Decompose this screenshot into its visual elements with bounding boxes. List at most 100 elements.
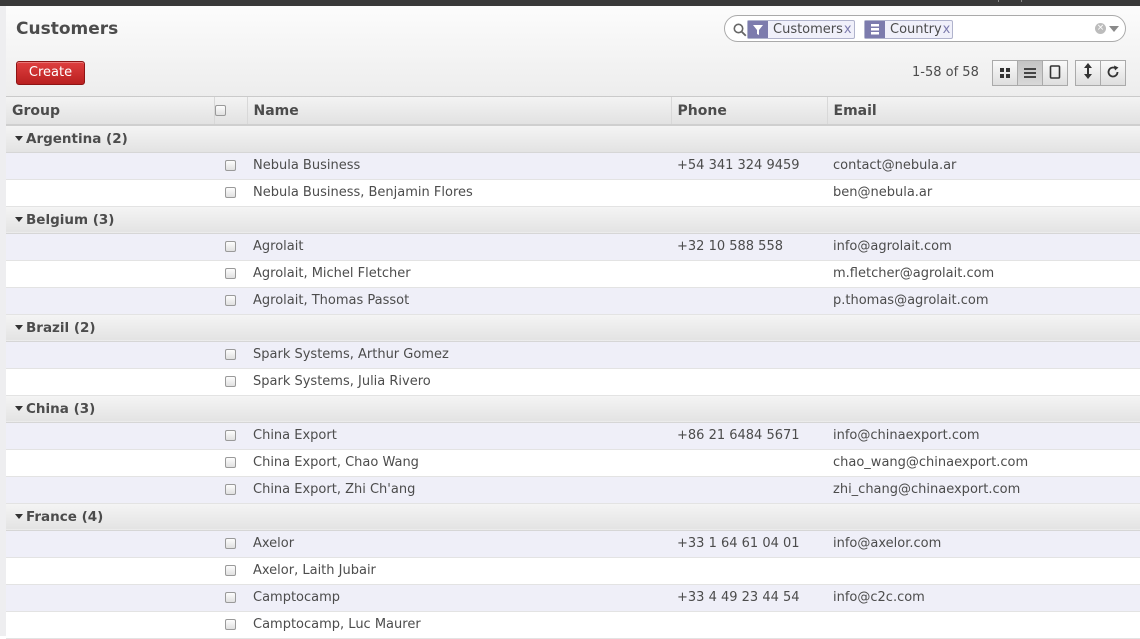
row-checkbox[interactable] xyxy=(225,295,236,306)
row-select-cell[interactable] xyxy=(214,422,247,450)
name-column-header[interactable]: Name xyxy=(247,97,672,126)
row-select-cell[interactable] xyxy=(214,368,247,396)
row-select-cell[interactable] xyxy=(214,611,247,639)
group-row[interactable]: Argentina (2) xyxy=(6,125,1140,153)
group-column-header[interactable]: Group xyxy=(6,97,215,126)
name-cell[interactable]: China Export, Zhi Ch'ang xyxy=(247,476,671,504)
table-row[interactable]: Camptocamp +33 4 49 23 44 54 info@c2c.com xyxy=(6,584,1140,612)
group-cell[interactable]: China (3) xyxy=(6,395,1140,423)
email-column-header[interactable]: Email xyxy=(827,97,1140,126)
email-cell[interactable]: m.fletcher@agrolait.com xyxy=(827,260,1140,288)
email-cell[interactable] xyxy=(827,557,1140,585)
row-select-cell[interactable] xyxy=(214,287,247,315)
table-row[interactable]: Camptocamp, Luc Maurer xyxy=(6,611,1140,639)
row-select-cell[interactable] xyxy=(214,152,247,180)
expand-collapse-button[interactable] xyxy=(1075,60,1101,86)
table-row[interactable]: China Export +86 21 6484 5671 info@chinaex… xyxy=(6,422,1140,450)
email-cell[interactable]: zhi_chang@chinaexport.com xyxy=(827,476,1140,504)
row-select-cell[interactable] xyxy=(214,476,247,504)
phone-cell[interactable]: +33 1 64 61 04 01 xyxy=(671,530,827,558)
row-select-cell[interactable] xyxy=(214,449,247,477)
phone-cell[interactable] xyxy=(671,476,827,504)
table-row[interactable]: Axelor +33 1 64 61 04 01 info@axelor.com xyxy=(6,530,1140,558)
email-cell[interactable]: contact@nebula.ar xyxy=(827,152,1140,180)
name-cell[interactable]: Agrolait, Thomas Passot xyxy=(247,287,671,315)
group-cell[interactable]: Belgium (3) xyxy=(6,206,1140,234)
phone-cell[interactable] xyxy=(671,368,827,396)
name-cell[interactable]: China Export xyxy=(247,422,671,450)
row-select-cell[interactable] xyxy=(214,260,247,288)
email-cell[interactable]: chao_wang@chinaexport.com xyxy=(827,449,1140,477)
row-checkbox[interactable] xyxy=(225,376,236,387)
table-row[interactable]: Agrolait +32 10 588 558 info@agrolait.com xyxy=(6,233,1140,261)
table-row[interactable]: Agrolait, Michel Fletcher m.fletcher@agro… xyxy=(6,260,1140,288)
phone-cell[interactable]: +33 4 49 23 44 54 xyxy=(671,584,827,612)
phone-cell[interactable] xyxy=(671,260,827,288)
group-cell[interactable]: Argentina (2) xyxy=(6,125,1140,153)
table-row[interactable]: Nebula Business +54 341 324 9459 contact@n… xyxy=(6,152,1140,180)
row-checkbox[interactable] xyxy=(225,430,236,441)
phone-cell[interactable] xyxy=(671,611,827,639)
email-cell[interactable]: info@chinaexport.com xyxy=(827,422,1140,450)
group-cell[interactable]: France (4) xyxy=(6,503,1140,531)
list-view-button[interactable] xyxy=(1017,60,1043,86)
clear-search-icon[interactable]: × xyxy=(1095,23,1106,34)
name-cell[interactable]: Axelor, Laith Jubair xyxy=(247,557,671,585)
row-checkbox[interactable] xyxy=(225,484,236,495)
row-checkbox[interactable] xyxy=(225,457,236,468)
name-cell[interactable]: Nebula Business xyxy=(247,152,671,180)
name-cell[interactable]: Agrolait xyxy=(247,233,671,261)
table-row[interactable]: China Export, Zhi Ch'ang zhi_chang@chinae… xyxy=(6,476,1140,504)
kanban-view-button[interactable] xyxy=(992,60,1018,86)
row-select-cell[interactable] xyxy=(214,530,247,558)
pager-value[interactable]: 1-58 of 58 xyxy=(912,65,979,80)
name-cell[interactable]: Nebula Business, Benjamin Flores xyxy=(247,179,671,207)
name-cell[interactable]: Spark Systems, Arthur Gomez xyxy=(247,341,671,369)
email-cell[interactable] xyxy=(827,611,1140,639)
table-row[interactable]: Spark Systems, Arthur Gomez xyxy=(6,341,1140,369)
group-row[interactable]: France (4) xyxy=(6,503,1140,531)
select-all-header[interactable] xyxy=(214,97,248,126)
table-row[interactable]: Spark Systems, Julia Rivero xyxy=(6,368,1140,396)
facet-remove-icon[interactable]: x xyxy=(943,22,953,37)
name-cell[interactable]: Axelor xyxy=(247,530,671,558)
table-row[interactable]: Nebula Business, Benjamin Flores ben@nebu… xyxy=(6,179,1140,207)
phone-cell[interactable] xyxy=(671,287,827,315)
facet-remove-icon[interactable]: x xyxy=(844,22,854,37)
select-all-checkbox[interactable] xyxy=(214,105,226,116)
facet-customers[interactable]: Customersx xyxy=(747,20,855,39)
name-cell[interactable]: Spark Systems, Julia Rivero xyxy=(247,368,671,396)
table-row[interactable]: China Export, Chao Wang chao_wang@chinaex… xyxy=(6,449,1140,477)
phone-cell[interactable]: +86 21 6484 5671 xyxy=(671,422,827,450)
phone-column-header[interactable]: Phone xyxy=(671,97,828,126)
email-cell[interactable]: info@agrolait.com xyxy=(827,233,1140,261)
name-cell[interactable]: Camptocamp xyxy=(247,584,671,612)
email-cell[interactable]: ben@nebula.ar xyxy=(827,179,1140,207)
row-checkbox[interactable] xyxy=(225,619,236,630)
row-checkbox[interactable] xyxy=(225,538,236,549)
facet-country[interactable]: Countryx xyxy=(864,20,954,39)
row-checkbox[interactable] xyxy=(225,268,236,279)
email-cell[interactable]: info@c2c.com xyxy=(827,584,1140,612)
email-cell[interactable]: info@axelor.com xyxy=(827,530,1140,558)
row-checkbox[interactable] xyxy=(225,187,236,198)
group-row[interactable]: China (3) xyxy=(6,395,1140,423)
row-select-cell[interactable] xyxy=(214,557,247,585)
phone-cell[interactable] xyxy=(671,449,827,477)
name-cell[interactable]: Camptocamp, Luc Maurer xyxy=(247,611,671,639)
table-row[interactable]: Agrolait, Thomas Passot p.thomas@agrolait… xyxy=(6,287,1140,315)
row-checkbox[interactable] xyxy=(225,592,236,603)
group-row[interactable]: Belgium (3) xyxy=(6,206,1140,234)
row-checkbox[interactable] xyxy=(225,565,236,576)
search-dropdown-icon[interactable] xyxy=(1109,26,1119,32)
create-button[interactable]: Create xyxy=(16,61,85,85)
group-row[interactable]: Brazil (2) xyxy=(6,314,1140,342)
email-cell[interactable] xyxy=(827,368,1140,396)
row-select-cell[interactable] xyxy=(214,341,247,369)
row-checkbox[interactable] xyxy=(225,241,236,252)
phone-cell[interactable] xyxy=(671,179,827,207)
name-cell[interactable]: China Export, Chao Wang xyxy=(247,449,671,477)
email-cell[interactable]: p.thomas@agrolait.com xyxy=(827,287,1140,315)
row-checkbox[interactable] xyxy=(225,349,236,360)
form-view-button[interactable] xyxy=(1042,60,1068,86)
